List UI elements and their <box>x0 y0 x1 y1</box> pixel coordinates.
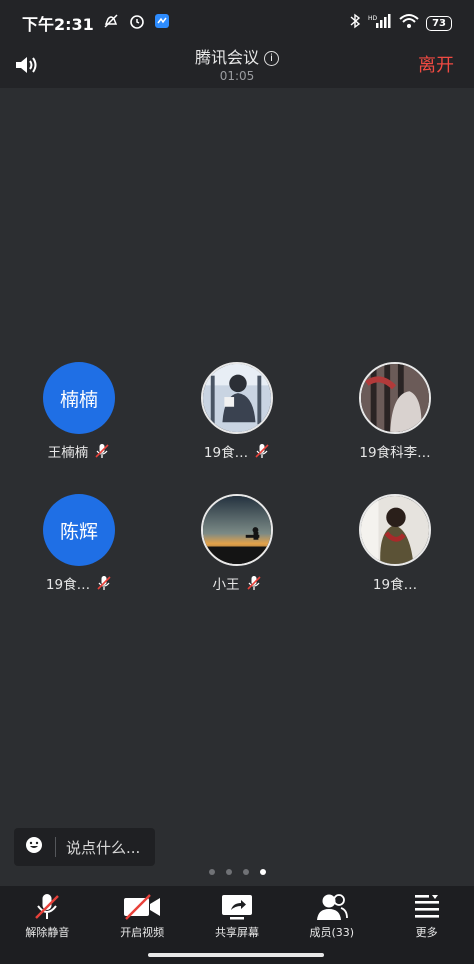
avatar: 陈辉 <box>43 494 115 566</box>
share-screen-label: 共享屏幕 <box>214 926 259 939</box>
participant-tile[interactable]: 楠楠 王楠楠 <box>0 362 158 461</box>
battery-indicator: 73 <box>426 15 452 31</box>
participant-name: 19食… <box>45 577 91 593</box>
start-video-button[interactable]: 开启视频 <box>95 886 190 944</box>
mic-muted-icon <box>94 443 110 459</box>
more-label: 更多 <box>415 926 438 939</box>
participant-name: 小王 <box>212 577 240 593</box>
participant-tile[interactable]: 陈辉 19食… <box>0 494 158 593</box>
avatar: 楠楠 <box>43 362 115 434</box>
meeting-header: 腾讯会议 i 01:05 离开 <box>0 46 474 88</box>
mic-muted-icon <box>96 575 112 591</box>
participant-tile[interactable]: 19食… <box>158 362 316 461</box>
participant-name: 王楠楠 <box>47 445 89 461</box>
page-dot[interactable] <box>242 869 249 875</box>
meeting-timer: 01:05 <box>219 69 255 83</box>
page-dot-active[interactable] <box>259 869 266 875</box>
clock-icon <box>128 12 146 34</box>
page-indicator <box>0 869 474 875</box>
unmute-button[interactable]: 解除静音 <box>0 886 95 944</box>
menu-icon <box>412 892 442 922</box>
share-screen-button[interactable]: 共享屏幕 <box>190 886 285 944</box>
mic-off-icon <box>32 892 62 922</box>
participant-name: 19食… <box>203 445 249 461</box>
members-label: 成员(33) <box>309 926 355 939</box>
unmute-label: 解除静音 <box>25 926 70 939</box>
participant-tile[interactable]: 19食科李… <box>316 362 474 461</box>
wifi-icon <box>399 13 419 33</box>
camera-off-icon <box>122 892 162 922</box>
alarm-off-icon <box>102 12 120 34</box>
meeting-title: 腾讯会议 <box>194 48 259 67</box>
participant-grid: 楠楠 王楠楠 19食… 19食科李… 陈辉 19食… 小王 19食… <box>0 362 474 593</box>
bluetooth-icon <box>349 13 361 33</box>
members-button[interactable]: 成员(33) <box>284 886 379 944</box>
more-button[interactable]: 更多 <box>379 886 474 944</box>
mic-muted-icon <box>246 575 262 591</box>
svg-text:HD: HD <box>368 15 378 22</box>
home-indicator[interactable] <box>148 953 324 957</box>
meeting-toolbar: 解除静音 开启视频 共享屏幕 成员(33) 更多 <box>0 886 474 944</box>
start-video-label: 开启视频 <box>120 926 165 939</box>
participant-tile[interactable]: 19食… <box>316 494 474 593</box>
share-screen-icon <box>220 892 254 922</box>
participant-tile[interactable]: 小王 <box>158 494 316 593</box>
chat-placeholder: 说点什么... <box>66 838 141 857</box>
status-bar: 下午2:31 HD 73 <box>0 0 474 46</box>
chat-input[interactable]: 说点什么... <box>14 828 155 866</box>
mic-muted-icon <box>254 443 270 459</box>
participant-name: 19食科李… <box>359 445 431 461</box>
leave-button[interactable]: 离开 <box>418 51 454 77</box>
avatar-photo <box>359 494 431 566</box>
avatar-photo <box>359 362 431 434</box>
app-notification-icon <box>154 13 170 33</box>
page-dot[interactable] <box>225 869 232 875</box>
status-time: 下午2:31 <box>22 15 94 34</box>
navigation-bar <box>0 944 474 964</box>
members-icon <box>314 892 350 922</box>
emoji-icon[interactable] <box>25 836 43 858</box>
participant-name: 19食… <box>372 577 418 593</box>
page-dot[interactable] <box>208 869 215 875</box>
signal-icon: HD <box>368 13 392 33</box>
avatar-photo <box>201 494 273 566</box>
avatar-photo <box>201 362 273 434</box>
info-icon[interactable]: i <box>264 51 279 66</box>
divider <box>55 837 56 857</box>
